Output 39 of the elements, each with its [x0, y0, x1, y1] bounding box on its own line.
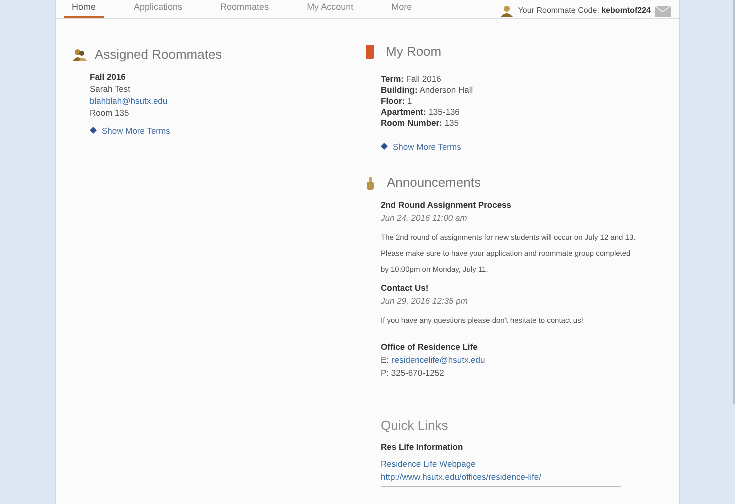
nav-tab[interactable]: More — [384, 1, 420, 18]
announcement-date: Jun 24, 2016 11:00 am — [381, 212, 468, 225]
term-heading: Fall 2016 — [90, 70, 127, 82]
diamond-icon — [90, 127, 97, 134]
announcement-title: 2nd Round Assignment Process — [381, 198, 513, 212]
quick-link[interactable]: http://www.hsutx.edu/offices/residence-life/ — [381, 471, 621, 484]
room-detail: Building: Anderson Hall — [381, 84, 474, 96]
roommate-code: Your Roommate Code: kebomtof224 — [518, 5, 651, 17]
nav-tab[interactable]: My Account — [299, 1, 362, 18]
nav-tab[interactable]: Applications — [126, 1, 191, 18]
email-label: E: — [381, 354, 390, 367]
quick-link[interactable]: Residence Life Webpage — [381, 458, 621, 471]
room-detail: Room Number: 135 — [381, 118, 460, 128]
show-more-link[interactable]: Show More Terms — [381, 140, 679, 154]
nav-tab[interactable]: Home — [64, 1, 104, 18]
section-title: Announcements — [387, 174, 481, 192]
announcement-date: Jun 29, 2016 12:35 pm — [381, 294, 469, 308]
person-icon — [500, 5, 514, 17]
section-title: Assigned Roommates — [95, 46, 222, 64]
envelope-icon[interactable] — [655, 6, 671, 16]
hand-icon — [366, 176, 375, 190]
section-title: My Room — [386, 43, 442, 61]
room-detail: Term: Fall 2016 — [381, 74, 442, 84]
room-detail: Apartment: 135-136 — [381, 106, 461, 118]
show-more-link[interactable]: Show More Terms — [90, 124, 356, 136]
section-title: Quick Links — [381, 416, 450, 435]
announcement-title: Contact Us! — [381, 282, 430, 295]
nav-tab[interactable]: Roommates — [212, 1, 278, 18]
office-name: Office of Residence Life — [381, 340, 479, 354]
phone-number: P: 325-670-1252 — [381, 366, 446, 380]
room-number: Room 135 — [90, 106, 130, 118]
people-icon — [73, 48, 87, 61]
roommate-name: Sarah Test — [90, 82, 132, 94]
link-group-heading: Res Life Information — [381, 441, 464, 454]
email-link[interactable]: residencelife@hsutx.edu — [392, 354, 486, 367]
email-link[interactable]: blahblah@hsutx.edu — [90, 94, 356, 106]
room-detail: Floor: 1 — [381, 96, 414, 106]
diamond-icon — [381, 143, 388, 150]
door-icon — [366, 44, 374, 59]
